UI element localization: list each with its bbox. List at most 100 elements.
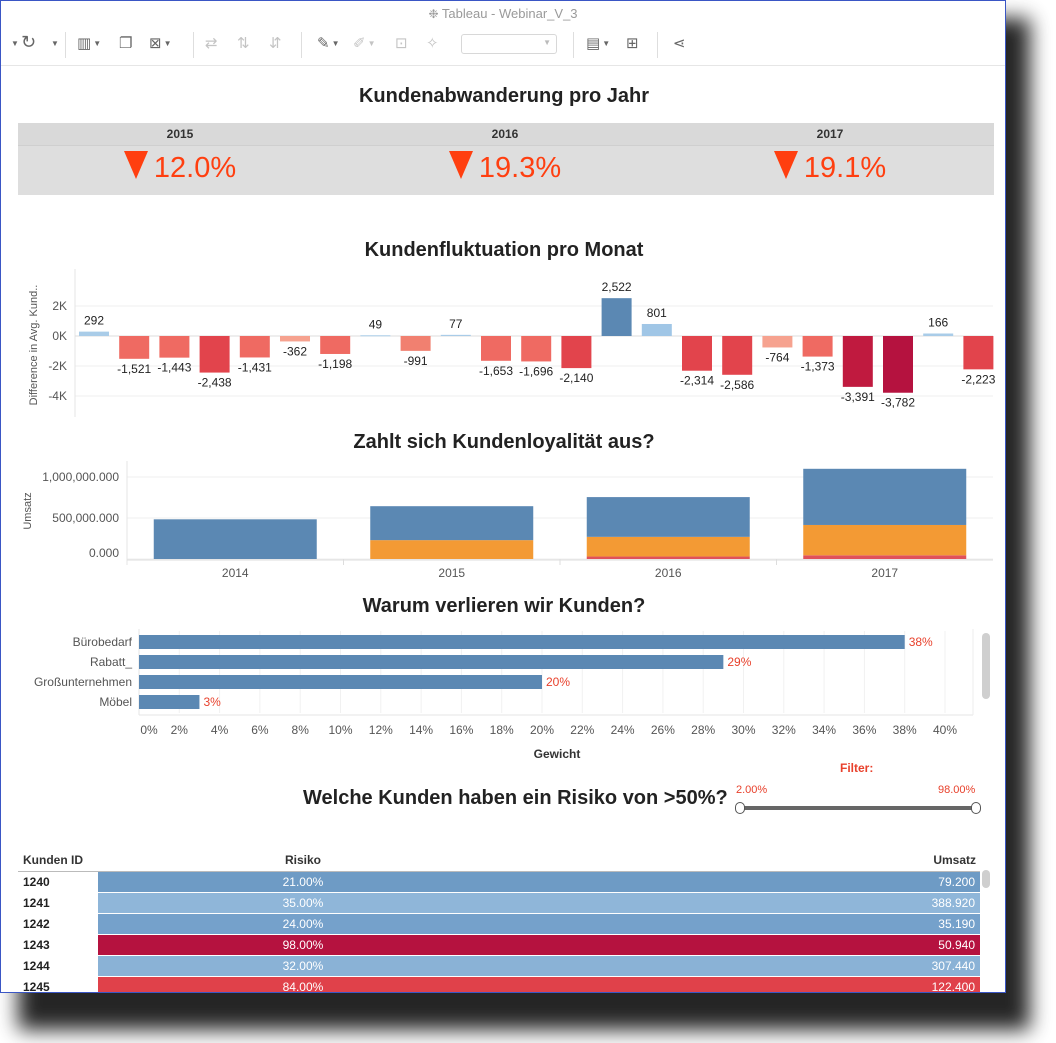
bar[interactable] [360, 335, 391, 337]
bar[interactable] [139, 695, 200, 709]
x-tick-label: 26% [651, 723, 675, 737]
bar[interactable] [139, 635, 905, 649]
x-tick-label: 2% [171, 723, 189, 737]
bar-label: -764 [765, 350, 789, 364]
stacked-bar-segment[interactable] [370, 540, 534, 559]
bar[interactable] [802, 336, 833, 357]
bar-label: -1,373 [801, 360, 835, 374]
sales-cell: 79.200 [507, 871, 980, 893]
kpi-value-text: 12.0% [153, 152, 237, 184]
text-label-icon[interactable]: ⊡ [395, 33, 408, 55]
y-tick-label: 0K [52, 329, 67, 343]
bar[interactable] [682, 336, 712, 371]
bar[interactable] [963, 336, 994, 370]
show-me-icon[interactable]: ▤ ▼ [586, 33, 610, 55]
x-tick-label: 6% [251, 723, 269, 737]
customer-id-cell: 1244 [18, 955, 98, 977]
stacked-bar-segment[interactable] [803, 555, 967, 559]
risk-cell: 21.00% [98, 871, 508, 893]
zoom-select[interactable]: ▼ [461, 34, 557, 54]
bar[interactable] [139, 675, 542, 689]
sort-descending-icon[interactable]: ⇵ [269, 33, 282, 55]
stacked-bar-segment[interactable] [586, 556, 750, 559]
bar[interactable] [199, 336, 230, 373]
risk-cell: 84.00% [98, 976, 508, 992]
column-header-risk[interactable]: Risiko [98, 849, 508, 872]
bar-label: -2,314 [680, 374, 714, 388]
stacked-bar-segment[interactable] [370, 506, 534, 541]
slider-max-handle[interactable] [971, 802, 981, 814]
sort-ascending-icon[interactable]: ⇅ [237, 33, 250, 55]
y-tick-label: 0.000 [89, 546, 119, 560]
x-tick-label: 12% [369, 723, 393, 737]
table-row[interactable]: 1240 21.00% 79.200 [18, 871, 980, 893]
bar[interactable] [320, 336, 351, 354]
stacked-bar-segment[interactable] [153, 519, 317, 559]
stacked-bar-segment[interactable] [803, 524, 967, 556]
bar[interactable] [400, 336, 431, 351]
refresh-options-icon[interactable]: ▼ [49, 33, 59, 55]
x-tick-label: 16% [449, 723, 473, 737]
share-icon[interactable]: ⋖ [673, 33, 686, 55]
stacked-bar-segment[interactable] [586, 536, 750, 557]
table-row[interactable]: 1244 32.00% 307.440 [18, 955, 980, 977]
bar[interactable] [79, 331, 109, 336]
highlight-icon[interactable]: ✎ ▼ [317, 33, 340, 55]
bar[interactable] [641, 323, 672, 336]
column-header-sales[interactable]: Umsatz [508, 849, 980, 872]
bar[interactable] [722, 336, 753, 375]
bar[interactable] [239, 336, 270, 358]
clear-sheet-icon[interactable]: ⊠ ▼ [149, 33, 172, 55]
table-row[interactable]: 1242 24.00% 35.190 [18, 913, 980, 935]
bar-label: -2,586 [720, 378, 754, 392]
stacked-bar-segment[interactable] [586, 497, 750, 537]
risk-filter-slider[interactable] [735, 802, 981, 814]
kpi-value-2017: 19.1% [668, 151, 992, 185]
pin-icon[interactable]: ✧ [426, 33, 439, 55]
duplicate-sheet-icon[interactable]: ❐ [119, 33, 132, 55]
x-tick-label: 20% [530, 723, 554, 737]
bar[interactable] [139, 655, 724, 669]
bar[interactable] [883, 336, 913, 393]
y-tick-label: 500,000.000 [52, 511, 119, 525]
bar[interactable] [923, 333, 954, 336]
bar[interactable] [119, 336, 150, 359]
x-tick-label: 22% [570, 723, 594, 737]
new-worksheet-icon[interactable]: ▥ ▼ [77, 33, 101, 55]
reasons-scrollbar[interactable] [982, 633, 990, 699]
bar[interactable] [280, 336, 310, 342]
x-tick-label: 34% [812, 723, 836, 737]
swap-rows-columns-icon[interactable]: ⇄ [205, 33, 218, 55]
stacked-bar-segment[interactable] [803, 468, 967, 525]
risk-table: Kunden ID Risiko Umsatz 1240 21.00% 79.200… [18, 849, 980, 992]
y-tick-label: 1,000,000.000 [42, 470, 119, 484]
table-row[interactable]: 1241 35.00% 388.920 [18, 892, 980, 914]
presentation-icon[interactable]: ⊞ [626, 33, 639, 55]
table-row[interactable]: 1243 98.00% 50.940 [18, 934, 980, 956]
bar[interactable] [521, 336, 552, 362]
category-label: Großunternehmen [34, 675, 132, 689]
x-tick-label: 32% [772, 723, 796, 737]
bar[interactable] [440, 334, 471, 336]
customer-id-cell: 1245 [18, 976, 98, 992]
table-row[interactable]: 1245 84.00% 122.400 [18, 976, 980, 992]
dropdown-caret-icon[interactable]: ▼ [9, 33, 19, 55]
slider-min-handle[interactable] [735, 802, 745, 814]
fluctuation-title: Kundenfluktuation pro Monat [364, 239, 644, 261]
attachment-icon[interactable]: ✐ ▼ [353, 33, 376, 55]
refresh-icon[interactable]: ↻ [21, 31, 36, 53]
bar[interactable] [842, 336, 873, 387]
chevron-down-icon: ▼ [543, 38, 551, 47]
category-label: Möbel [99, 695, 132, 709]
kpi-value-text: 19.3% [478, 152, 562, 184]
bar[interactable] [561, 336, 592, 369]
bar[interactable] [601, 298, 632, 336]
kpi-year-2017: 2017 [816, 127, 844, 141]
bar[interactable] [159, 336, 190, 358]
bar[interactable] [481, 336, 511, 361]
column-header-id[interactable]: Kunden ID [18, 849, 98, 872]
y-tick-label: -2K [48, 359, 67, 373]
bar-label: -991 [404, 354, 428, 368]
table-scrollbar[interactable] [982, 870, 990, 888]
bar[interactable] [762, 336, 793, 348]
